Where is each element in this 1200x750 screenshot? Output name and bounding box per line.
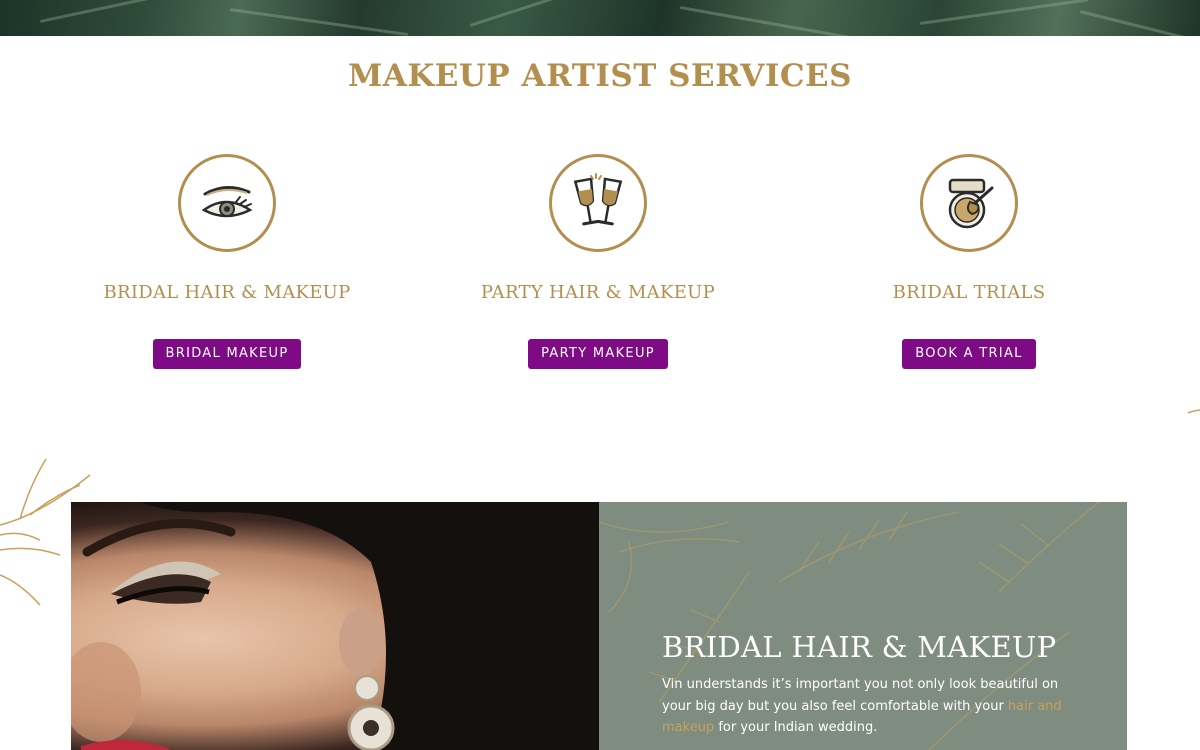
feature-text-panel: BRIDAL HAIR & MAKEUP Vin understands it’… xyxy=(599,502,1127,750)
feature-description: Vin understands it’s important you not o… xyxy=(662,677,1062,735)
service-name: PARTY HAIR & MAKEUP xyxy=(480,282,716,303)
service-party: PARTY HAIR & MAKEUP PARTY MAKEUP xyxy=(448,154,748,369)
service-name: BRIDAL HAIR & MAKEUP xyxy=(103,282,351,303)
feature-section: BRIDAL HAIR & MAKEUP Vin understands it’… xyxy=(71,502,1127,750)
bride-makeup-photo xyxy=(71,502,599,750)
bridal-makeup-button[interactable]: BRIDAL MAKEUP xyxy=(152,339,302,369)
service-trials: BRIDAL TRIALS BOOK A TRIAL xyxy=(819,154,1119,369)
champagne-glasses-icon xyxy=(549,154,647,252)
book-trial-button[interactable]: BOOK A TRIAL xyxy=(902,339,1036,369)
section-title: MAKEUP ARTIST SERVICES xyxy=(347,58,853,94)
service-name: BRIDAL TRIALS xyxy=(892,282,1046,303)
party-makeup-button[interactable]: PARTY MAKEUP xyxy=(528,339,668,369)
feature-heading: BRIDAL HAIR & MAKEUP xyxy=(662,630,1057,664)
gold-leaf-decoration xyxy=(1187,409,1200,414)
leaf-banner-image xyxy=(0,0,1200,36)
powder-compact-brush-icon xyxy=(920,154,1018,252)
service-bridal: BRIDAL HAIR & MAKEUP BRIDAL MAKEUP xyxy=(77,154,377,369)
eye-makeup-icon xyxy=(178,154,276,252)
